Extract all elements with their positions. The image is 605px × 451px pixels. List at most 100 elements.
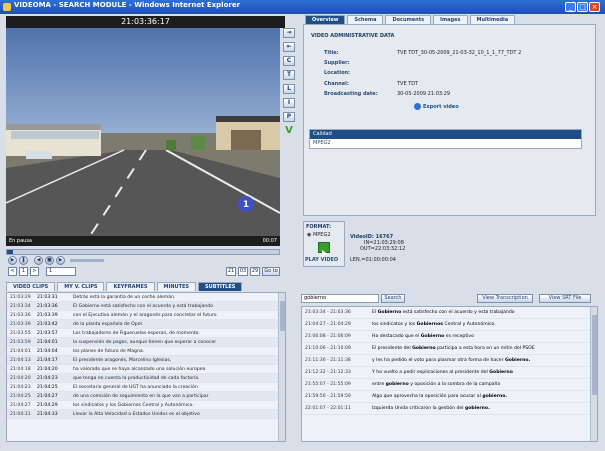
subtitle-row[interactable]: 21:04:20 21:04:23 que tenga en cuenta la p… [7, 374, 285, 383]
subtitle-time-end: 21:03:57 [37, 331, 58, 336]
channel-label: Channel: [324, 81, 349, 87]
goto-button[interactable]: Go to [262, 267, 280, 276]
scroll-thumb[interactable] [280, 301, 285, 331]
stop-icon[interactable]: ■ [45, 256, 54, 265]
play-video-label[interactable]: PLAY VIDEO [305, 257, 338, 263]
result-rows: 21:03:34 - 21:03:36 El Gobierno está sati… [302, 307, 597, 415]
tab-subtitles[interactable]: SUBTITLES [198, 282, 243, 291]
title-bar: VIDEOMA - SEARCH MODULE - Windows Intern… [0, 0, 605, 14]
subtitle-scrollbar[interactable] [278, 293, 285, 441]
subtitle-row[interactable]: 21:03:36 21:03:39 con el Ejecutivo alemán … [7, 311, 285, 320]
result-hit: Gobierno. [504, 358, 531, 363]
subtitle-time-end: 21:03:42 [37, 322, 58, 327]
tc-seconds[interactable]: 29 [250, 267, 260, 276]
search-input[interactable]: gobierno [301, 294, 379, 303]
result-row[interactable]: 21:12:32 - 21:12:33 Y ha vuelto a pedir e… [302, 367, 597, 379]
video-scene: 1 [6, 28, 280, 242]
view-transcription-button[interactable]: View Transcription [477, 294, 533, 303]
mark-out-button[interactable]: ⇤ [283, 42, 295, 52]
tab-multimedia[interactable]: Multimedia [469, 15, 516, 24]
result-hit: Gobierno [412, 346, 436, 351]
results-scroll-thumb[interactable] [592, 315, 597, 395]
result-time: 21:55:07 - 21:55:09 [305, 382, 351, 387]
result-row[interactable]: 21:11:36 - 21:11:38 y les ha pedido el vo… [302, 355, 597, 367]
playback-status: En pausa [9, 238, 32, 244]
result-pre: los sindicatos y los [372, 322, 417, 327]
tab-minutes[interactable]: MINUTES [156, 282, 197, 291]
tab-images[interactable]: Images [433, 15, 468, 24]
export-video-button[interactable]: Export video [414, 103, 459, 110]
window-title: VIDEOMA - SEARCH MODULE - Windows Intern… [14, 1, 241, 9]
pause-icon[interactable]: ❚ [19, 256, 28, 265]
subtitle-text: Detrás está la garantía de un coche alem… [73, 295, 176, 300]
quality-header: Calidad [310, 130, 581, 139]
subtitle-row[interactable]: 21:04:31 21:04:33 Llevar la Alta Velocidad… [7, 410, 285, 419]
result-row[interactable]: 22:01:07 - 22:01:11 Izquierda Unida criti… [302, 403, 597, 415]
subtitle-row[interactable]: 21:04:25 21:04:27 de una comisión de segui… [7, 392, 285, 401]
search-button[interactable]: Search [381, 294, 405, 303]
frame-input[interactable]: 1 [46, 267, 76, 276]
tab-documents[interactable]: Documents [385, 15, 432, 24]
forward-icon[interactable]: ▶ [56, 256, 65, 265]
seek-handle[interactable] [7, 250, 13, 254]
quality-row[interactable]: MPEG2 [310, 139, 581, 148]
clip-c-button[interactable]: C [283, 56, 295, 66]
result-row[interactable]: 21:55:07 - 21:55:09 entre gobierno y opos… [302, 379, 597, 391]
play-icon[interactable]: ▶ [8, 256, 17, 265]
subtitle-row[interactable]: 21:03:59 21:04:01 la suspensión de pagos, … [7, 338, 285, 347]
volume-slider[interactable] [70, 259, 104, 262]
clip-l-button[interactable]: L [283, 84, 295, 94]
result-text: Izquierda Unida criticaron la gestión de… [372, 403, 490, 414]
result-pre: Y ha vuelto a pedir explicaciones al pre… [372, 370, 490, 375]
subtitle-row[interactable]: 21:03:39 21:03:42 de la planta española de… [7, 320, 285, 329]
frame-forward-icon[interactable]: > [30, 267, 39, 276]
clip-p-button[interactable]: P [283, 112, 295, 122]
result-row[interactable]: 21:06:08 - 21:06:09 Ha destacado que el G… [302, 331, 597, 343]
format-option[interactable]: ◉ MPEG2 [307, 232, 331, 238]
tab-overview[interactable]: Overview [305, 15, 346, 24]
validate-check-button[interactable]: V [283, 126, 295, 136]
tab-keyframes[interactable]: KEYFRAMES [106, 282, 155, 291]
subtitle-row[interactable]: 21:04:27 21:04:29 los sindicatos y los Gob… [7, 401, 285, 410]
result-row[interactable]: 21:10:06 - 21:10:09 El presidente del Gob… [302, 343, 597, 355]
subtitle-row[interactable]: 21:03:55 21:03:57 Los trabajadores de Figu… [7, 329, 285, 338]
maximize-button[interactable]: □ [577, 2, 588, 12]
video-out: OUT=22:03:32:12 [360, 246, 406, 252]
mark-in-button[interactable]: ⇥ [283, 28, 295, 38]
subtitle-row[interactable]: 21:04:23 21:04:25 El secretario general de… [7, 383, 285, 392]
result-hit: gobierno [385, 382, 409, 387]
tab-schema[interactable]: Schema [347, 15, 384, 24]
tab-video-clips[interactable]: VIDEO CLIPS [6, 282, 56, 291]
subtitle-row[interactable]: 21:03:29 21:03:31 Detrás está la garantía … [7, 293, 285, 302]
result-row[interactable]: 21:59:56 - 21:59:59 Algo que aprovecha la… [302, 391, 597, 403]
title-value: TVE TDT_30-05-2009_21-03-32_10_1_1_77_TD… [397, 50, 522, 56]
result-text: El presidente del Gobierno participa a e… [372, 343, 535, 354]
results-scrollbar[interactable] [590, 307, 597, 441]
seek-bar[interactable] [6, 249, 280, 255]
result-row[interactable]: 21:03:34 - 21:03:36 El Gobierno está sati… [302, 307, 597, 319]
subtitle-row[interactable]: 21:04:13 21:04:17 El presidente aragonés, … [7, 356, 285, 365]
clip-t-button[interactable]: T [283, 70, 295, 80]
close-button[interactable]: × [589, 2, 600, 12]
frame-back-icon[interactable]: < [8, 267, 17, 276]
result-row[interactable]: 21:04:27 - 21:04:29 los sindicatos y los … [302, 319, 597, 331]
rewind-icon[interactable]: ◀ [34, 256, 43, 265]
clip-i-button[interactable]: I [283, 98, 295, 108]
minimize-button[interactable]: _ [565, 2, 576, 12]
subtitle-text: de una comisión de seguimiento en la que… [73, 394, 209, 399]
play-video-icon[interactable] [318, 242, 330, 257]
result-pre: Algo que aprovecha la oposición para acu… [372, 394, 483, 399]
result-post: es receptivo [444, 334, 474, 339]
tab-my-clips[interactable]: MY V. CLIPS [57, 282, 105, 291]
step-back-icon[interactable]: 1 [19, 267, 28, 276]
subtitle-row[interactable]: 21:03:34 21:03:36 El Gobierno está satisfe… [7, 302, 285, 311]
subtitle-text: de la planta española de Opel. [73, 322, 144, 327]
subtitle-text: El secretario general de UGT ha anunciad… [73, 385, 198, 390]
video-frame[interactable]: 1 [6, 28, 280, 242]
tc-hours[interactable]: 21 [226, 267, 236, 276]
subtitle-row[interactable]: 21:04:18 21:04:20 ha valorado que se haya … [7, 365, 285, 374]
view-srt-button[interactable]: View SRT File [539, 294, 591, 303]
subtitle-text: Los trabajadores de Figueruelas esperan,… [73, 331, 200, 336]
tc-minutes[interactable]: 03 [238, 267, 248, 276]
subtitle-row[interactable]: 21:04:01 21:04:04 los planes de futuro de … [7, 347, 285, 356]
